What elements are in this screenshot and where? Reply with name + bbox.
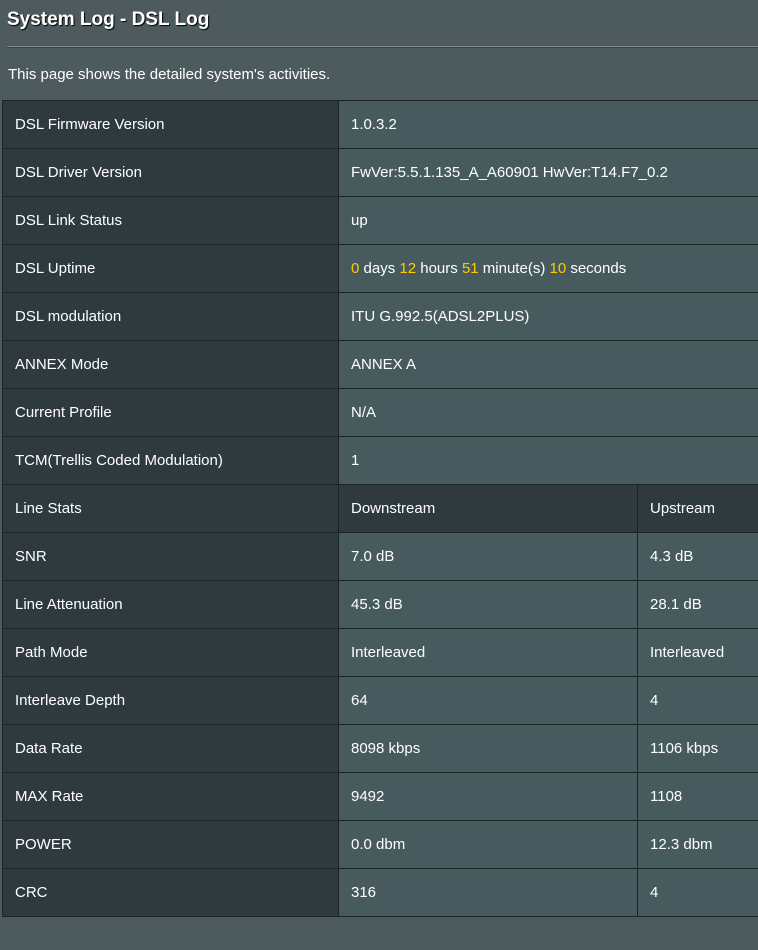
stat-upstream: 1108 bbox=[637, 772, 758, 821]
stat-downstream: 0.0 dbm bbox=[338, 820, 638, 869]
row-label: DSL Firmware Version bbox=[2, 100, 339, 149]
row-value: FwVer:5.5.1.135_A_A60901 HwVer:T14.F7_0.… bbox=[338, 148, 758, 197]
uptime-hours-unit: hours bbox=[420, 260, 458, 277]
uptime-hours: 12 bbox=[399, 260, 417, 277]
uptime-seconds: 10 bbox=[549, 260, 567, 277]
row-label: DSL Link Status bbox=[2, 196, 339, 245]
row-value: up bbox=[338, 196, 758, 245]
row-label: DSL modulation bbox=[2, 292, 339, 341]
row-value: 1.0.3.2 bbox=[338, 100, 758, 149]
row-label: DSL Uptime bbox=[2, 244, 339, 293]
row-value: ANNEX A bbox=[338, 340, 758, 389]
stat-upstream: 4 bbox=[637, 676, 758, 725]
stat-downstream: 64 bbox=[338, 676, 638, 725]
uptime-seconds-unit: seconds bbox=[570, 260, 627, 277]
stat-upstream: 28.1 dB bbox=[637, 580, 758, 629]
table-row: CRC 316 4 bbox=[2, 868, 758, 917]
table-row: Data Rate 8098 kbps 1106 kbps bbox=[2, 724, 758, 773]
title-divider bbox=[7, 46, 758, 48]
stat-label: SNR bbox=[2, 532, 339, 581]
stat-downstream: 45.3 dB bbox=[338, 580, 638, 629]
stat-upstream: 12.3 dbm bbox=[637, 820, 758, 869]
row-value: N/A bbox=[338, 388, 758, 437]
stat-downstream: Interleaved bbox=[338, 628, 638, 677]
stat-upstream: 4 bbox=[637, 868, 758, 917]
downstream-header: Downstream bbox=[338, 484, 638, 533]
stat-upstream: 4.3 dB bbox=[637, 532, 758, 581]
stat-label: Line Attenuation bbox=[2, 580, 339, 629]
stat-upstream: 1106 kbps bbox=[637, 724, 758, 773]
uptime-days-unit: days bbox=[363, 260, 396, 277]
stat-label: Interleave Depth bbox=[2, 676, 339, 725]
upstream-header: Upstream bbox=[637, 484, 758, 533]
line-stats-header: Line Stats bbox=[2, 484, 339, 533]
stat-downstream: 7.0 dB bbox=[338, 532, 638, 581]
table-row: DSL Uptime 0 days 12 hours 51 minute(s) … bbox=[2, 244, 758, 293]
table-row: Interleave Depth 64 4 bbox=[2, 676, 758, 725]
table-row: DSL Link Status up bbox=[2, 196, 758, 245]
row-value: 1 bbox=[338, 436, 758, 485]
stat-label: POWER bbox=[2, 820, 339, 869]
line-stats-header-row: Line Stats Downstream Upstream bbox=[2, 484, 758, 533]
table-row: Path Mode Interleaved Interleaved bbox=[2, 628, 758, 677]
page-title: System Log - DSL Log bbox=[7, 9, 210, 30]
stat-label: MAX Rate bbox=[2, 772, 339, 821]
row-value: ITU G.992.5(ADSL2PLUS) bbox=[338, 292, 758, 341]
row-label: ANNEX Mode bbox=[2, 340, 339, 389]
stat-label: Path Mode bbox=[2, 628, 339, 677]
stat-label: Data Rate bbox=[2, 724, 339, 773]
table-row: Current Profile N/A bbox=[2, 388, 758, 437]
table-row: DSL Firmware Version 1.0.3.2 bbox=[2, 100, 758, 149]
stat-label: CRC bbox=[2, 868, 339, 917]
uptime-days: 0 bbox=[351, 260, 360, 277]
row-label: DSL Driver Version bbox=[2, 148, 339, 197]
page-description: This page shows the detailed system's ac… bbox=[8, 66, 331, 83]
table-row: DSL modulation ITU G.992.5(ADSL2PLUS) bbox=[2, 292, 758, 341]
stat-downstream: 8098 kbps bbox=[338, 724, 638, 773]
table-row: ANNEX Mode ANNEX A bbox=[2, 340, 758, 389]
row-label: Current Profile bbox=[2, 388, 339, 437]
table-row: Line Attenuation 45.3 dB 28.1 dB bbox=[2, 580, 758, 629]
table-row: TCM(Trellis Coded Modulation) 1 bbox=[2, 436, 758, 485]
uptime-minutes: 51 bbox=[461, 260, 479, 277]
stat-downstream: 9492 bbox=[338, 772, 638, 821]
uptime-minutes-unit: minute(s) bbox=[482, 260, 546, 277]
table-row: POWER 0.0 dbm 12.3 dbm bbox=[2, 820, 758, 869]
uptime-value: 0 days 12 hours 51 minute(s) 10 seconds bbox=[338, 244, 758, 293]
row-label: TCM(Trellis Coded Modulation) bbox=[2, 436, 339, 485]
stat-downstream: 316 bbox=[338, 868, 638, 917]
dsl-log-table: DSL Firmware Version 1.0.3.2 DSL Driver … bbox=[2, 100, 758, 917]
table-row: DSL Driver Version FwVer:5.5.1.135_A_A60… bbox=[2, 148, 758, 197]
stat-upstream: Interleaved bbox=[637, 628, 758, 677]
table-row: SNR 7.0 dB 4.3 dB bbox=[2, 532, 758, 581]
table-row: MAX Rate 9492 1108 bbox=[2, 772, 758, 821]
